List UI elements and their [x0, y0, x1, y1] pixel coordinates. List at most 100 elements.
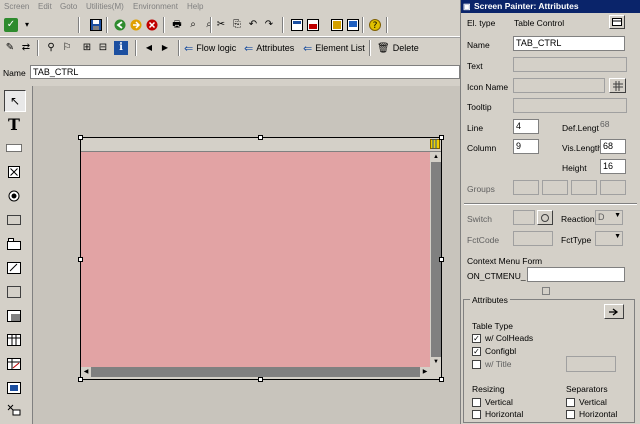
pointer-tool-icon[interactable]: ↖	[4, 90, 26, 112]
resize-handle[interactable]	[258, 135, 263, 140]
icon-picker-icon[interactable]	[609, 78, 626, 93]
w-title-checkbox[interactable]	[472, 360, 481, 369]
previous-icon[interactable]: ◀	[142, 41, 156, 55]
text-attr-label: Text	[467, 61, 483, 71]
info-icon[interactable]: i	[114, 41, 128, 55]
resize-handle[interactable]	[258, 377, 263, 382]
save-icon[interactable]	[89, 18, 103, 32]
resize-handle[interactable]	[439, 377, 444, 382]
resizing-horizontal-checkbox[interactable]	[472, 410, 481, 419]
screen-icon[interactable]	[330, 18, 344, 32]
print-icon[interactable]: 🖶	[170, 18, 184, 32]
group-1-input[interactable]	[513, 180, 539, 195]
separators-horizontal-checkbox[interactable]	[566, 410, 575, 419]
table-body[interactable]	[81, 152, 430, 367]
custom-control-tool-icon[interactable]	[4, 378, 24, 398]
context-menu-input[interactable]	[527, 267, 625, 282]
scroll-right-icon[interactable]: ▶	[420, 367, 430, 377]
switch-input[interactable]	[513, 210, 535, 225]
table-control-tool-icon[interactable]	[4, 330, 24, 350]
delete-button[interactable]: 🗑 Delete	[377, 41, 419, 55]
hierarchy-icon[interactable]: ⚲	[44, 41, 58, 55]
help-icon[interactable]: ?	[368, 18, 382, 32]
resize-handle[interactable]	[78, 377, 83, 382]
cut-icon[interactable]: ✂	[214, 18, 228, 32]
height-input[interactable]: 16	[600, 159, 626, 174]
flow-logic-button[interactable]: ⇐ Flow logic	[184, 41, 236, 55]
scroll-down-icon[interactable]: ▼	[431, 357, 441, 367]
scroll-left-icon[interactable]: ◀	[81, 367, 91, 377]
exit-icon[interactable]	[129, 18, 143, 32]
tabstrip-tool-icon[interactable]	[4, 234, 24, 254]
menu-utilities[interactable]: Utilities(M)	[86, 2, 124, 11]
name-attr-input[interactable]: TAB_CTRL	[513, 36, 625, 51]
window-icon[interactable]	[306, 18, 320, 32]
el-type-label: El. type	[467, 18, 496, 28]
display-change-icon[interactable]: ⇄	[19, 41, 33, 55]
undo-icon[interactable]: ↶	[246, 18, 260, 32]
tooltip-input[interactable]	[513, 98, 627, 113]
icon-name-input[interactable]	[513, 78, 605, 93]
resize-handle[interactable]	[78, 257, 83, 262]
attributes-button[interactable]: ⇐ Attributes	[244, 41, 294, 55]
test-icon[interactable]: ⊞	[80, 41, 94, 55]
resize-handle[interactable]	[78, 135, 83, 140]
table-control[interactable]: ▲ ▼ ◀ ▶	[80, 137, 442, 380]
separators-vertical-checkbox[interactable]	[566, 398, 575, 407]
menu-screen[interactable]: Screen	[4, 2, 29, 11]
fctcode-input[interactable]	[513, 231, 553, 246]
element-type-icon[interactable]	[609, 15, 625, 29]
copy-icon[interactable]: ⎘	[230, 18, 244, 32]
menu-help[interactable]: Help	[187, 2, 203, 11]
details-arrow-icon[interactable]	[604, 304, 624, 319]
w-colheads-checkbox[interactable]: ✓	[472, 334, 481, 343]
dropdown-arrow-icon[interactable]: ▾	[20, 18, 34, 32]
column-input[interactable]: 9	[513, 139, 539, 154]
enter-icon[interactable]: ✓	[4, 18, 18, 32]
tabstrip-wizard-icon[interactable]	[4, 258, 24, 278]
back-icon[interactable]	[113, 18, 127, 32]
radio-button-tool-icon[interactable]	[4, 186, 24, 206]
checkbox-tool-icon[interactable]	[4, 162, 24, 182]
activate-icon[interactable]: ⚐	[60, 41, 74, 55]
configbl-checkbox[interactable]: ✓	[472, 347, 481, 356]
resize-handle[interactable]	[439, 257, 444, 262]
scroll-up-icon[interactable]: ▲	[431, 152, 441, 162]
group-2-input[interactable]	[542, 180, 568, 195]
menu-edit[interactable]: Edit	[38, 2, 52, 11]
subscreen-tool-icon[interactable]	[4, 306, 24, 326]
menu-goto[interactable]: Goto	[60, 2, 77, 11]
resizing-vertical-checkbox[interactable]	[472, 398, 481, 407]
menu-environment[interactable]: Environment	[133, 2, 178, 11]
next-icon[interactable]: ▶	[158, 41, 172, 55]
find-icon[interactable]: ⌕	[186, 18, 200, 32]
where-used-icon[interactable]: ⊟	[96, 41, 110, 55]
splitter-handle[interactable]	[542, 287, 550, 295]
table-control-wizard-icon[interactable]	[4, 354, 24, 374]
group-3-input[interactable]	[571, 180, 597, 195]
horizontal-scrollbar[interactable]: ◀ ▶	[81, 367, 430, 377]
redo-icon[interactable]: ↷	[262, 18, 276, 32]
resize-handle[interactable]	[439, 135, 444, 140]
reaction-select[interactable]: D ▼	[595, 210, 623, 225]
pushbutton-tool-icon[interactable]	[4, 210, 24, 230]
edit-pencil-icon[interactable]: ✎	[3, 41, 17, 55]
name-input[interactable]: TAB_CTRL	[30, 65, 460, 79]
box-tool-icon[interactable]	[4, 282, 24, 302]
input-field-tool-icon[interactable]	[4, 138, 24, 158]
monitor-icon[interactable]	[346, 18, 360, 32]
switch-picker-icon[interactable]	[537, 210, 553, 225]
text-attr-input[interactable]	[513, 57, 627, 72]
group-4-input[interactable]	[600, 180, 626, 195]
title-element-input[interactable]	[566, 356, 616, 372]
line-input[interactable]: 4	[513, 119, 539, 134]
on-ctmenu-label: ON_CTMENU_	[467, 271, 526, 281]
fcttype-select[interactable]: ▼	[595, 231, 623, 246]
text-field-tool-icon[interactable]: T	[4, 114, 24, 134]
vis-length-input[interactable]: 68	[600, 139, 626, 154]
layout-icon[interactable]	[290, 18, 304, 32]
table-settings-icon[interactable]	[430, 139, 440, 149]
cancel-icon[interactable]	[145, 18, 159, 32]
element-list-button[interactable]: ⇐ Element List	[303, 41, 365, 55]
status-icon-tool-icon[interactable]	[4, 400, 24, 420]
